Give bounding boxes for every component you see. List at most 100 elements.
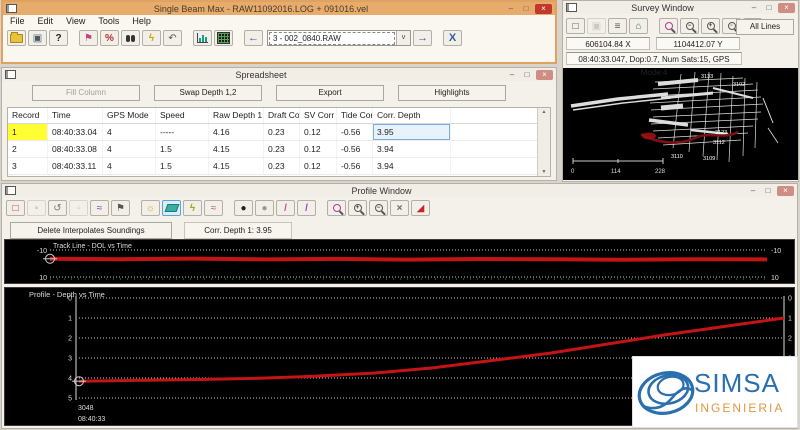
dark-blob-icon[interactable]: ● [234, 200, 253, 216]
table-cell[interactable]: 4 [103, 158, 156, 174]
column-header-corr-depth[interactable]: Corr. Depth [373, 108, 451, 123]
export-button[interactable]: Export [276, 85, 384, 101]
table-cell[interactable]: 0.12 [300, 141, 337, 157]
select-sounding-icon[interactable]: □ [6, 200, 25, 216]
zoom-select-icon[interactable] [327, 200, 346, 216]
table-cell[interactable]: ----- [156, 124, 209, 140]
table-cell[interactable]: 3.95 [373, 124, 451, 140]
table-cell[interactable]: 4 [103, 124, 156, 140]
sound-velocity-icon[interactable]: % [100, 30, 119, 46]
close-icon[interactable]: × [536, 70, 553, 80]
menu-tools[interactable]: Tools [98, 16, 119, 26]
table-cell[interactable]: 08:40:33.08 [48, 141, 103, 157]
zoom-select-icon[interactable] [659, 18, 678, 34]
file-selector[interactable]: 3 - 002_0840.RAW v [267, 30, 411, 46]
single-beam-titlebar[interactable]: Single Beam Max - RAW11092016.LOG + 0910… [3, 2, 555, 15]
search-icon[interactable] [121, 30, 140, 46]
grid-icon[interactable] [214, 30, 233, 46]
target-line-icon[interactable]: ⚑ [79, 30, 98, 46]
maximize-icon[interactable]: □ [520, 4, 532, 14]
scroll-down-icon[interactable]: ▼ [542, 169, 547, 175]
table-cell[interactable]: 0.12 [300, 124, 337, 140]
column-header-speed[interactable]: Speed [156, 108, 209, 123]
table-cell[interactable]: 0.12 [300, 158, 337, 174]
table-cell[interactable]: -0.56 [337, 124, 373, 140]
boat-home-icon[interactable]: ⌂ [629, 18, 648, 34]
table-cell[interactable]: 3.94 [373, 141, 451, 157]
table-row[interactable]: 108:40:33.044-----4.160.230.12-0.563.95 [8, 124, 550, 141]
table-cell[interactable]: 4.15 [209, 141, 264, 157]
highlights-button[interactable]: Highlights [398, 85, 506, 101]
fill-area-icon[interactable]: ◢ [411, 200, 430, 216]
table-cell[interactable]: 4.16 [209, 124, 264, 140]
all-lines-button[interactable]: All Lines [736, 19, 794, 35]
zoom-out-icon[interactable]: − [680, 18, 699, 34]
table-cell[interactable]: 4.15 [209, 158, 264, 174]
sun-icon[interactable]: ☼ [141, 200, 160, 216]
track-line-chart[interactable]: Track Line - DOL vs Time-1010-1010 [4, 239, 795, 284]
help-icon[interactable]: ? [49, 30, 68, 46]
draw-line2-icon[interactable]: / [297, 200, 316, 216]
column-header-sv-corr-1[interactable]: SV Corr 1 [300, 108, 337, 123]
table-row[interactable]: 308:40:33.1141.54.150.230.12-0.563.94 [8, 158, 550, 175]
save-icon[interactable]: ▣ [28, 30, 47, 46]
zoom-out-icon[interactable]: − [369, 200, 388, 216]
profile-titlebar[interactable]: Profile Window – □ × [2, 184, 797, 197]
table-cell[interactable]: 1 [8, 124, 48, 140]
menu-edit[interactable]: Edit [38, 16, 54, 26]
column-header-gps-mode[interactable]: GPS Mode [103, 108, 156, 123]
close-icon[interactable]: × [777, 186, 794, 196]
lightning-icon[interactable]: ϟ [142, 30, 161, 46]
column-header-draft-corr[interactable]: Draft Corr [264, 108, 300, 123]
spike-icon[interactable]: ≈ [204, 200, 223, 216]
table-cell[interactable]: 1.5 [156, 141, 209, 157]
table-cell[interactable]: 0.23 [264, 141, 300, 157]
table-cell[interactable]: 3.94 [373, 158, 451, 174]
maximize-icon[interactable]: □ [763, 3, 775, 13]
zoom-in-icon[interactable]: + [701, 18, 720, 34]
eraser-icon[interactable] [162, 200, 181, 216]
flag-icon[interactable]: ⚑ [111, 200, 130, 216]
pan-icon[interactable]: × [390, 200, 409, 216]
prev-file-button[interactable]: ← [244, 30, 263, 46]
table-cell[interactable]: 0.23 [264, 158, 300, 174]
column-header-raw-depth-1[interactable]: Raw Depth 1 [209, 108, 264, 123]
table-cell[interactable]: 4 [103, 141, 156, 157]
lightning-icon[interactable]: ϟ [183, 200, 202, 216]
table-cell[interactable]: 08:40:33.11 [48, 158, 103, 174]
table-scrollbar[interactable]: ▲ ▼ [537, 108, 550, 176]
table-cell[interactable]: 1.5 [156, 158, 209, 174]
maximize-icon[interactable]: □ [521, 70, 533, 80]
menu-file[interactable]: File [10, 16, 25, 26]
delete-interpolates-button[interactable]: Delete Interpolates Soundings [10, 222, 172, 239]
minimize-icon[interactable]: – [505, 4, 517, 14]
column-header-record[interactable]: Record [8, 108, 48, 123]
column-header-time[interactable]: Time [48, 108, 103, 123]
close-file-button[interactable]: X [443, 30, 462, 46]
table-cell[interactable]: 3 [8, 158, 48, 174]
table-cell[interactable]: 0.23 [264, 124, 300, 140]
open-folder-icon[interactable] [7, 30, 26, 46]
close-icon[interactable]: × [535, 4, 552, 14]
waveform-icon[interactable]: ≈ [90, 200, 109, 216]
maximize-icon[interactable]: □ [762, 186, 774, 196]
survey-titlebar[interactable]: Survey Window – □ × [563, 1, 798, 14]
next-file-button[interactable]: → [413, 30, 432, 46]
table-cell[interactable]: 08:40:33.04 [48, 124, 103, 140]
table-cell[interactable]: -0.56 [337, 158, 373, 174]
menu-help[interactable]: Help [132, 16, 151, 26]
list-icon[interactable]: ≡ [608, 18, 627, 34]
menu-view[interactable]: View [66, 16, 85, 26]
zoom-in-icon[interactable]: + [348, 200, 367, 216]
minimize-icon[interactable]: – [506, 70, 518, 80]
select-line-icon[interactable]: □ [566, 18, 585, 34]
table-cell[interactable]: -0.56 [337, 141, 373, 157]
swap-icon[interactable]: ↺ [48, 200, 67, 216]
survey-map[interactable]: 3133 3102 3123 3112 3110 3109 0 114 228 [563, 68, 798, 180]
swap-depth-1-2-button[interactable]: Swap Depth 1,2 [154, 85, 262, 101]
spreadsheet-titlebar[interactable]: Spreadsheet – □ × [2, 68, 556, 81]
table-row[interactable]: 208:40:33.0841.54.150.230.12-0.563.94 [8, 141, 550, 158]
chevron-down-icon[interactable]: v [396, 31, 410, 45]
chart-icon[interactable] [193, 30, 212, 46]
minimize-icon[interactable]: – [747, 186, 759, 196]
